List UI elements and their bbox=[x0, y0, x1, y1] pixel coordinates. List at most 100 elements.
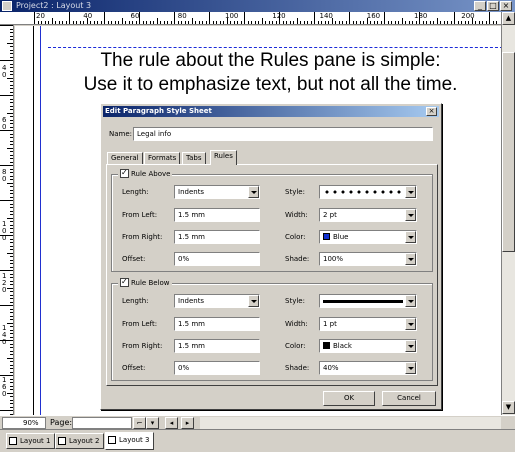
ruler-tick bbox=[58, 21, 60, 24]
tab-tabs[interactable]: Tabs bbox=[182, 152, 206, 164]
scroll-up-button[interactable]: ▲ bbox=[502, 12, 515, 25]
ruler-tick bbox=[7, 357, 13, 359]
layout-page-icon bbox=[9, 437, 17, 445]
rule-below-color-dropdown[interactable]: Black bbox=[319, 339, 417, 353]
ruler-tick bbox=[394, 21, 396, 24]
horizontal-ruler[interactable]: 20 40 60 80 100 120 140 160 180 200 bbox=[0, 12, 501, 25]
ruler-tick bbox=[7, 217, 13, 219]
tab-formats[interactable]: Formats bbox=[144, 152, 181, 164]
ruler-tick bbox=[216, 21, 217, 24]
ruler-tick bbox=[202, 21, 203, 24]
rule-below-length-dropdown[interactable]: Indents bbox=[174, 294, 260, 308]
rule-below-width-dropdown[interactable]: 1 pt bbox=[319, 317, 417, 331]
minimize-button[interactable]: _ bbox=[474, 1, 486, 11]
ruler-tick bbox=[10, 179, 13, 180]
ruler-tick bbox=[174, 12, 175, 24]
cancel-button[interactable]: Cancel bbox=[382, 391, 436, 406]
chevron-down-icon bbox=[405, 340, 416, 352]
vertical-scrollbar[interactable]: ▲ ▼ bbox=[501, 12, 515, 415]
page-next-icon[interactable]: ▸ bbox=[181, 417, 194, 429]
dropdown-value: 2 pt bbox=[323, 211, 337, 219]
ruler-tick bbox=[10, 168, 13, 170]
rule-below-shade-dropdown[interactable]: 40% bbox=[319, 361, 417, 375]
ruler-tick bbox=[0, 410, 13, 411]
ruler-tick bbox=[282, 21, 284, 24]
page-label: Page: bbox=[50, 418, 73, 427]
rule-above-checkbox[interactable]: Rule Above bbox=[118, 168, 173, 179]
rule-above-style-dropdown[interactable] bbox=[319, 185, 417, 199]
layout-tab-1[interactable]: Layout 1 bbox=[6, 433, 56, 449]
ruler-tick bbox=[100, 21, 102, 24]
dialog-close-button[interactable]: × bbox=[426, 107, 437, 116]
ruler-tick bbox=[10, 49, 13, 51]
dialog-title: Edit Paragraph Style Sheet bbox=[105, 107, 212, 115]
rule-below-label: Rule Below bbox=[131, 279, 170, 287]
rule-below-from-right-field[interactable]: 1.5 mm bbox=[174, 339, 260, 353]
vertical-ruler[interactable]: 4 0 6 0 8 0 1 0 0 1 2 0 1 4 0 1 6 0 bbox=[0, 25, 14, 415]
ruler-tick bbox=[10, 151, 13, 152]
rule-below-from-left-field[interactable]: 1.5 mm bbox=[174, 317, 260, 331]
page-menu-icon[interactable]: ⌐ bbox=[133, 417, 146, 429]
ruler-tick bbox=[10, 385, 13, 387]
page-field[interactable] bbox=[72, 417, 132, 429]
ruler-tick bbox=[10, 119, 13, 121]
ruler-tick bbox=[10, 403, 13, 404]
ruler-tick bbox=[195, 21, 196, 24]
rule-above-length-dropdown[interactable]: Indents bbox=[174, 185, 260, 199]
headline-line-1[interactable]: The rule about the Rules pane is simple: bbox=[34, 50, 507, 72]
ruler-tick bbox=[10, 249, 13, 250]
tab-general[interactable]: General bbox=[107, 152, 143, 164]
chevron-down-icon bbox=[248, 295, 259, 307]
ruler-tick bbox=[10, 214, 13, 215]
ruler-tick bbox=[10, 364, 13, 366]
rule-above-from-right-field[interactable]: 1.5 mm bbox=[174, 230, 260, 244]
page-dropdown-icon[interactable]: ▾ bbox=[146, 417, 159, 429]
ruler-tick bbox=[62, 21, 63, 24]
chevron-down-icon bbox=[405, 253, 416, 265]
maximize-button[interactable]: □ bbox=[487, 1, 499, 11]
ruler-tick bbox=[447, 21, 448, 24]
rule-below-style-dropdown[interactable] bbox=[319, 294, 417, 308]
rule-above-offset-field[interactable]: 0% bbox=[174, 252, 260, 266]
ruler-label: 6 0 bbox=[2, 116, 7, 131]
name-label: Name: bbox=[109, 130, 133, 138]
rule-above-from-left-field[interactable]: 1.5 mm bbox=[174, 208, 260, 222]
horizontal-scrollbar[interactable] bbox=[200, 417, 501, 429]
tab-rules[interactable]: Rules bbox=[210, 150, 237, 165]
rule-above-color-dropdown[interactable]: Blue bbox=[319, 230, 417, 244]
ruler-tick bbox=[461, 21, 462, 24]
ruler-tick bbox=[198, 21, 200, 24]
layout-page-icon bbox=[108, 436, 116, 444]
ruler-tick bbox=[181, 21, 182, 24]
dialog-title-bar[interactable]: Edit Paragraph Style Sheet × bbox=[103, 106, 439, 117]
ruler-tick bbox=[7, 322, 13, 324]
chevron-down-icon bbox=[405, 209, 416, 221]
ruler-tick bbox=[422, 21, 424, 24]
ok-button[interactable]: OK bbox=[323, 391, 375, 406]
zoom-field[interactable]: 90% bbox=[2, 417, 46, 429]
layout-tab-3[interactable]: Layout 3 bbox=[105, 432, 155, 450]
ruler-tick bbox=[373, 21, 375, 24]
ruler-tick bbox=[10, 207, 13, 208]
layout-tab-label: Layout 1 bbox=[20, 437, 51, 445]
headline-line-2[interactable]: Use it to emphasize text, but not all th… bbox=[34, 74, 507, 96]
ruler-tick bbox=[10, 70, 13, 72]
status-bar: 90% Page: ⌐ ▾ ◂ ▸ bbox=[0, 415, 515, 429]
ruler-tick bbox=[83, 21, 84, 24]
scroll-down-button[interactable]: ▼ bbox=[502, 401, 515, 414]
rule-above-shade-dropdown[interactable]: 100% bbox=[319, 252, 417, 266]
scroll-thumb[interactable] bbox=[502, 52, 515, 252]
page-prev-icon[interactable]: ◂ bbox=[165, 417, 178, 429]
rule-below-offset-field[interactable]: 0% bbox=[174, 361, 260, 375]
ruler-tick bbox=[41, 21, 42, 24]
name-field[interactable]: Legal info bbox=[133, 127, 433, 141]
ruler-tick bbox=[324, 21, 326, 24]
ruler-tick bbox=[429, 21, 431, 24]
ruler-tick bbox=[146, 21, 147, 24]
ruler-tick bbox=[10, 126, 13, 128]
ruler-label: 140 bbox=[319, 12, 333, 20]
rule-above-width-dropdown[interactable]: 2 pt bbox=[319, 208, 417, 222]
layout-tab-2[interactable]: Layout 2 bbox=[55, 433, 105, 449]
close-button[interactable]: × bbox=[500, 1, 512, 11]
rule-below-checkbox[interactable]: Rule Below bbox=[118, 277, 172, 288]
